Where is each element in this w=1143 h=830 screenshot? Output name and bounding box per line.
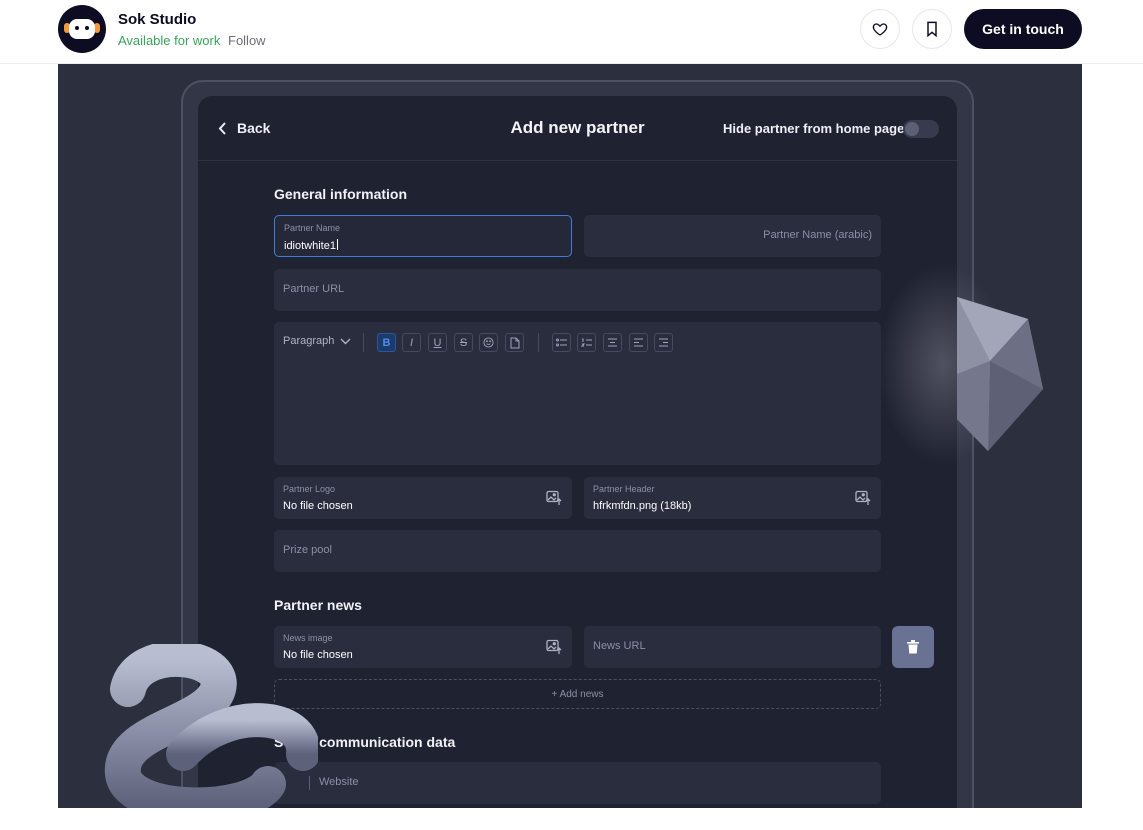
file-icon xyxy=(510,337,519,348)
partner-news-heading: Partner news xyxy=(274,597,362,613)
hide-partner-toggle[interactable] xyxy=(903,120,939,138)
news-image-value: No file chosen xyxy=(283,649,353,661)
align-center-icon xyxy=(608,338,617,347)
partner-name-arabic-placeholder: Partner Name (arabic) xyxy=(763,229,872,241)
emoji-icon xyxy=(483,337,494,348)
partner-url-field[interactable]: Partner URL xyxy=(274,269,881,311)
text-caret xyxy=(336,239,338,250)
get-in-touch-button[interactable]: Get in touch xyxy=(964,9,1082,49)
align-left-icon xyxy=(634,338,643,347)
bookmark-icon xyxy=(927,21,937,37)
bullet-list-icon xyxy=(556,338,567,347)
website-placeholder: Website xyxy=(319,776,359,788)
partner-name-arabic-field[interactable]: Partner Name (arabic) xyxy=(584,215,881,257)
image-upload-icon xyxy=(855,490,871,505)
avatar-eye-left xyxy=(75,26,79,30)
align-center-button[interactable] xyxy=(603,333,622,352)
paragraph-style-select[interactable]: Paragraph xyxy=(283,335,351,347)
partner-logo-upload[interactable]: Partner Logo No file chosen xyxy=(274,477,572,519)
shot-canvas: Back Add new partner Hide partner from h… xyxy=(58,64,1082,808)
toolbar-divider xyxy=(538,333,539,352)
strikethrough-button[interactable]: S xyxy=(454,333,473,352)
save-button[interactable] xyxy=(912,9,952,49)
toolbar-divider xyxy=(363,333,364,352)
social-data-heading: Social communication data xyxy=(274,734,456,750)
bold-icon: B xyxy=(382,336,391,349)
trash-icon xyxy=(907,640,919,654)
add-news-button[interactable]: + Add news xyxy=(274,679,881,709)
prize-pool-field[interactable]: Prize pool xyxy=(274,530,881,572)
general-info-heading: General information xyxy=(274,186,408,202)
numbered-list-icon xyxy=(581,338,592,347)
follow-link[interactable]: Follow xyxy=(228,33,266,48)
file-button[interactable] xyxy=(505,333,524,352)
avatar-eye-right xyxy=(85,26,89,30)
partner-header-value: hfrkmfdn.png (18kb) xyxy=(593,500,692,512)
rich-text-editor[interactable]: Paragraph B I U S xyxy=(274,322,881,465)
availability-status: Available for work xyxy=(118,33,221,48)
align-left-button[interactable] xyxy=(629,333,648,352)
news-image-label: News image xyxy=(283,633,333,643)
underline-icon: U xyxy=(433,336,442,349)
strikethrough-icon: S xyxy=(459,336,468,349)
website-field[interactable]: Website xyxy=(274,762,881,804)
app-header: Back Add new partner Hide partner from h… xyxy=(198,96,957,161)
partner-name-label: Partner Name xyxy=(284,223,341,233)
field-divider xyxy=(309,776,310,790)
delete-news-button[interactable] xyxy=(892,626,934,668)
partner-header-upload[interactable]: Partner Header hfrkmfdn.png (18kb) xyxy=(584,477,881,519)
italic-icon: I xyxy=(409,336,414,349)
partner-url-placeholder: Partner URL xyxy=(283,283,345,295)
align-right-icon xyxy=(659,338,668,347)
partner-logo-label: Partner Logo xyxy=(283,484,336,494)
image-upload-icon xyxy=(546,490,562,505)
partner-name-text: idiotwhite1 xyxy=(284,240,336,252)
image-upload-icon xyxy=(546,639,562,654)
bold-button[interactable]: B xyxy=(377,333,396,352)
robot-face-icon xyxy=(69,19,95,39)
studio-avatar[interactable] xyxy=(58,5,106,53)
italic-button[interactable]: I xyxy=(402,333,421,352)
partner-name-value: idiotwhite1 xyxy=(284,239,338,252)
hide-toggle-label: Hide partner from home page xyxy=(723,121,905,136)
news-url-field[interactable]: News URL xyxy=(584,626,881,668)
underline-button[interactable]: U xyxy=(428,333,447,352)
chevron-down-icon xyxy=(340,338,351,344)
partner-name-field[interactable]: Partner Name idiotwhite1 xyxy=(274,215,572,257)
toggle-knob xyxy=(905,122,919,136)
numbered-list-button[interactable] xyxy=(577,333,596,352)
align-right-button[interactable] xyxy=(654,333,673,352)
prize-pool-placeholder: Prize pool xyxy=(283,544,332,556)
paragraph-style-label: Paragraph xyxy=(283,335,335,347)
top-bar: Sok Studio Available for work Follow Get… xyxy=(0,0,1143,64)
app-screen: Back Add new partner Hide partner from h… xyxy=(198,96,957,808)
studio-name[interactable]: Sok Studio xyxy=(118,11,196,28)
partner-logo-value: No file chosen xyxy=(283,500,353,512)
bullet-list-button[interactable] xyxy=(552,333,571,352)
news-url-placeholder: News URL xyxy=(593,640,646,652)
like-button[interactable] xyxy=(860,9,900,49)
emoji-button[interactable] xyxy=(479,333,498,352)
news-image-upload[interactable]: News image No file chosen xyxy=(274,626,572,668)
heart-icon xyxy=(872,23,888,36)
partner-header-label: Partner Header xyxy=(593,484,655,494)
